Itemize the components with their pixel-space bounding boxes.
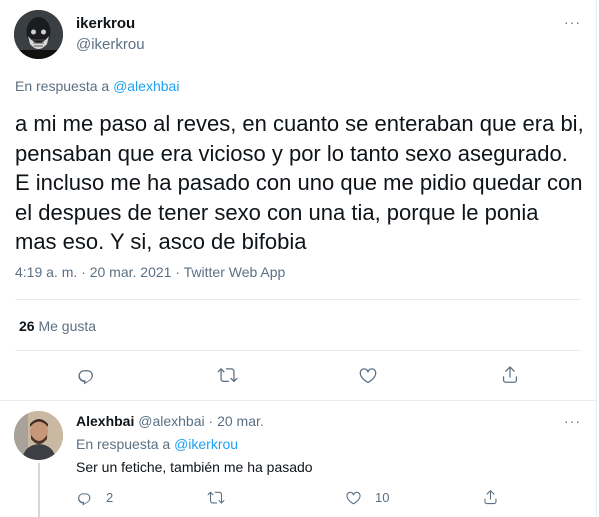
reply-author-line: Alexhbai @alexhbai · 20 mar. [76, 413, 264, 429]
tweet-thread: ikerkrou @ikerkrou ··· En respuesta a @a… [0, 0, 597, 517]
share-icon [502, 366, 518, 383]
reply-context: En respuesta a @ikerkrou [76, 436, 238, 452]
author-handle[interactable]: @ikerkrou [76, 36, 145, 53]
meta-separator: · [208, 413, 214, 429]
divider [15, 350, 581, 351]
retweet-icon [217, 368, 238, 383]
reply-text: Ser un fetiche, también me ha pasado [76, 459, 313, 475]
likes-summary[interactable]: 26 Me gusta [19, 318, 96, 334]
avatar[interactable] [14, 411, 63, 460]
reply-button[interactable]: 2 [76, 489, 113, 506]
tweet-date[interactable]: 20 mar. 2021 [90, 264, 172, 280]
share-icon [484, 490, 497, 505]
reply-author-name[interactable]: Alexhbai [76, 413, 134, 429]
tweet-time[interactable]: 4:19 a. m. [15, 264, 77, 280]
avatar[interactable] [14, 10, 63, 59]
divider [0, 400, 597, 401]
share-button[interactable] [482, 488, 499, 506]
divider [15, 299, 581, 300]
more-options-button[interactable]: ··· [564, 413, 581, 429]
like-button[interactable] [358, 365, 378, 385]
meta-separator: · [81, 264, 86, 280]
retweet-icon [207, 491, 225, 504]
reply-button[interactable] [76, 365, 96, 385]
reply-to-link[interactable]: @ikerkrou [174, 436, 238, 452]
reply-context: En respuesta a @alexhbai [15, 78, 179, 94]
meta-separator: · [175, 264, 181, 280]
reply-to-link[interactable]: @alexhbai [113, 78, 179, 94]
retweet-button[interactable] [217, 365, 238, 385]
retweet-button[interactable] [207, 489, 225, 506]
likes-count: 26 [19, 318, 35, 334]
share-button[interactable] [500, 364, 520, 385]
tweet-source[interactable]: Twitter Web App [184, 264, 286, 280]
author-name[interactable]: ikerkrou [76, 15, 135, 32]
heart-icon [359, 368, 377, 384]
reply-context-prefix: En respuesta a [15, 78, 114, 94]
avatar-image [14, 10, 63, 59]
heart-icon [346, 491, 361, 505]
reply-context-prefix: En respuesta a [76, 436, 175, 452]
thread-connector-line [38, 463, 40, 517]
reply-date[interactable]: 20 mar. [217, 413, 264, 429]
likes-label: Me gusta [38, 318, 97, 334]
reply-icon [78, 493, 91, 506]
tweet-metadata: 4:19 a. m. · 20 mar. 2021 · Twitter Web … [15, 264, 285, 280]
like-count: 10 [375, 490, 390, 505]
reply-author-handle[interactable]: @alexhbai [138, 413, 204, 429]
like-button[interactable]: 10 [345, 489, 389, 506]
more-options-button[interactable]: ··· [564, 14, 581, 30]
tweet-text: a mi me paso al reves, en cuanto se ente… [15, 111, 584, 254]
avatar-image [14, 411, 63, 460]
reply-icon [78, 370, 93, 385]
reply-count: 2 [106, 490, 114, 505]
